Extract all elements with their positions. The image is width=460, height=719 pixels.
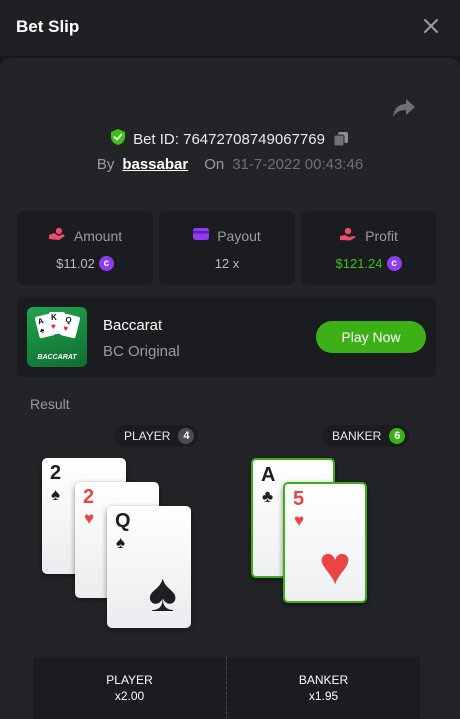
- game-card: A ♠ K ♥ Q ♥ BACCARAT Baccarat BC Original P…: [17, 297, 436, 377]
- copy-icon[interactable]: [333, 131, 349, 147]
- card-rank: A: [261, 464, 276, 486]
- card-suit-large: ♠: [148, 563, 177, 623]
- game-subtitle: BC Original: [103, 343, 180, 360]
- game-name: Baccarat: [103, 317, 163, 334]
- money-hand-icon: [48, 227, 66, 244]
- amount-value: $11.02: [56, 256, 95, 271]
- bet-author-row: By bassabar On 31-7-2022 00:43:46: [0, 156, 460, 173]
- card-rank: 2: [83, 486, 95, 508]
- coin-icon: c: [98, 256, 114, 271]
- profit-hand-icon: [339, 227, 357, 244]
- banker-score-pill: BANKER 6: [322, 425, 410, 447]
- close-icon[interactable]: [420, 15, 442, 37]
- thumbnail-title: BACCARAT: [37, 354, 77, 361]
- page-title: Bet Slip: [16, 17, 80, 36]
- play-now-button[interactable]: Play Now: [316, 321, 426, 353]
- bet-id-row: Bet ID: 76472708749067769: [0, 129, 460, 149]
- wallet-icon: [193, 227, 210, 244]
- player-bet-odds: x2.00: [114, 689, 145, 703]
- player-bet-box: PLAYER x2.00: [33, 657, 226, 719]
- payout-label: Payout: [217, 227, 261, 244]
- coin-icon: c: [386, 256, 402, 271]
- payout-value: 12 x: [214, 256, 240, 271]
- card-rank: Q: [115, 510, 131, 532]
- card-suit: ♣: [262, 487, 274, 506]
- bet-id: Bet ID: 76472708749067769: [133, 130, 325, 148]
- player-label: PLAYER: [124, 429, 171, 443]
- card-suit: ♥: [84, 509, 95, 528]
- banker-score: 6: [389, 428, 406, 444]
- banker-bet-box: BANKER x1.95: [227, 657, 420, 719]
- top-bar: Bet Slip: [0, 0, 460, 56]
- amount-card: Amount $11.02 c: [17, 211, 153, 285]
- banker-label: BANKER: [332, 429, 382, 443]
- card-suit-large: ♥: [318, 536, 351, 596]
- card-suit: ♠: [116, 533, 126, 552]
- payout-card: Payout 12 x: [159, 211, 295, 285]
- on-label: On: [204, 156, 225, 173]
- share-icon[interactable]: [392, 98, 416, 118]
- amount-label: Amount: [73, 227, 123, 244]
- card-suit: ♠: [51, 485, 61, 504]
- username-link[interactable]: bassabar: [122, 156, 188, 173]
- player-bet-label: PLAYER: [106, 673, 153, 687]
- player-card-3: Q ♠ ♠: [107, 506, 191, 628]
- result-label: Result: [30, 396, 70, 412]
- player-score-pill: PLAYER 4: [114, 425, 199, 447]
- profit-card: Profit $121.24 c: [301, 211, 436, 285]
- card-rank: 5: [293, 488, 305, 510]
- bet-timestamp: 31-7-2022 00:43:46: [232, 156, 364, 173]
- banker-bet-label: BANKER: [298, 673, 349, 687]
- profit-value: $121.24: [335, 256, 383, 271]
- profit-label: Profit: [365, 227, 398, 244]
- baccarat-thumbnail[interactable]: A ♠ K ♥ Q ♥ BACCARAT: [27, 307, 87, 367]
- card-suit: ♥: [294, 511, 305, 530]
- card-rank: 2: [50, 462, 62, 484]
- by-label: By: [96, 156, 115, 173]
- banker-card-2: 5 ♥ ♥: [283, 482, 367, 603]
- banker-bet-odds: x1.95: [308, 689, 339, 703]
- verified-shield-icon: [111, 129, 126, 149]
- player-score: 4: [178, 428, 195, 444]
